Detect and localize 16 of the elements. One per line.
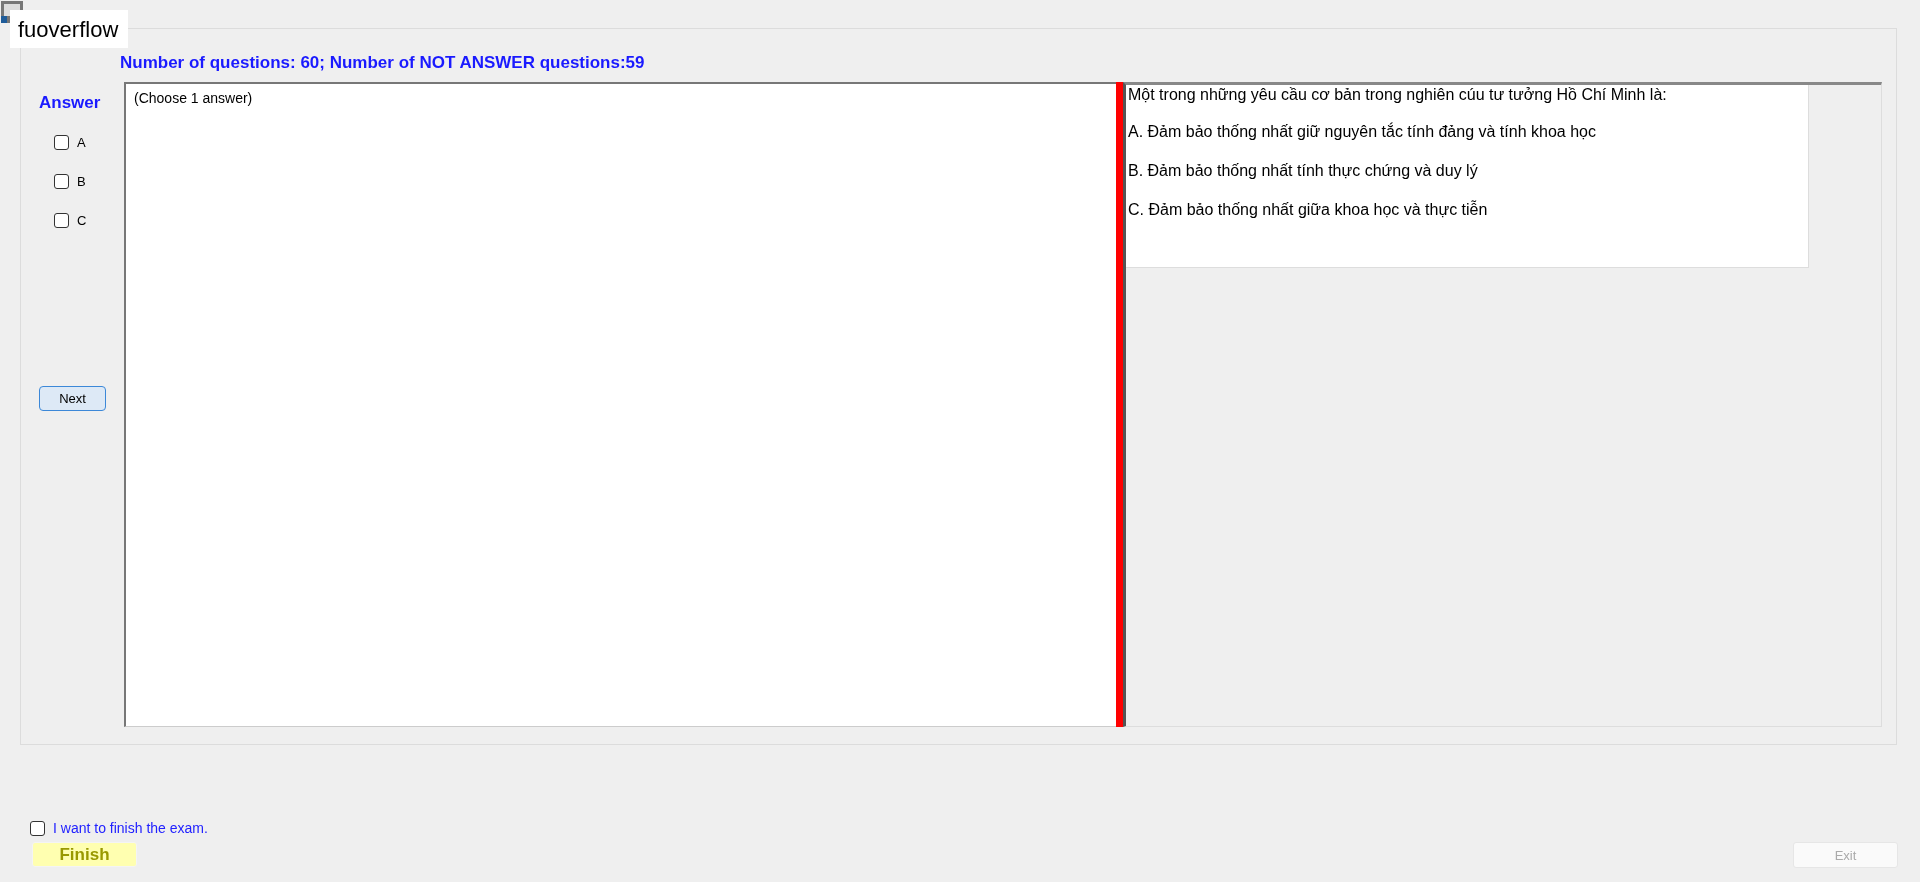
option-label[interactable]: C: [77, 213, 87, 228]
next-button[interactable]: Next: [39, 386, 106, 411]
app-label: fuoverflow: [10, 10, 129, 48]
option-label[interactable]: B: [77, 174, 86, 189]
question-text: Một trong những yêu cầu cơ bản trong nghiên cúu tư tưởng Hồ Chí Minh là:: [1128, 86, 1668, 104]
choice-text: B. Đảm bảo thống nhất tính thực chứng và duy lý: [1128, 162, 1479, 180]
answer-checkbox[interactable]: [54, 213, 69, 228]
finish-checkbox[interactable]: [30, 820, 45, 836]
answer-checkbox[interactable]: [54, 135, 69, 150]
answer-checkbox[interactable]: [54, 174, 69, 189]
option-label[interactable]: A: [77, 135, 86, 150]
finish-confirm-label[interactable]: I want to finish the exam.: [53, 820, 208, 836]
answer-title: Answer: [39, 93, 101, 113]
choice-text: A. Đảm bảo thống nhất giữ nguyên tắc tính đảng và tính khoa học: [1128, 123, 1597, 141]
answer-hint: (Choose 1 answer): [134, 90, 253, 106]
choice-text: C. Đảm bảo thống nhất giữa khoa học và thực tiễn: [1128, 201, 1489, 219]
